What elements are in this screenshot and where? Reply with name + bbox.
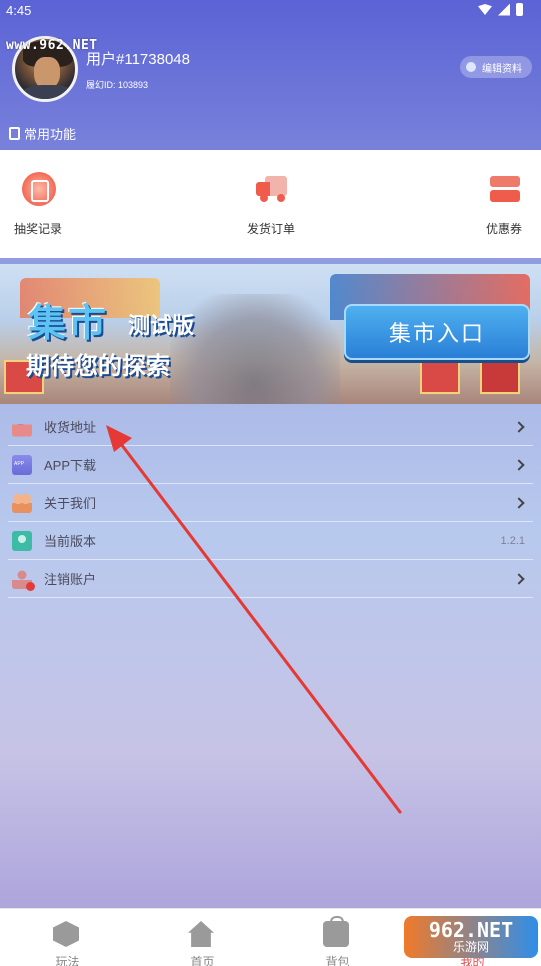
document-icon <box>9 127 20 140</box>
function-label: 抽奖记录 <box>13 222 62 236</box>
menu-item-delete-account[interactable]: 注销账户 <box>8 560 533 598</box>
function-label: 优惠券 <box>485 222 522 236</box>
chevron-right-icon <box>513 458 525 471</box>
edit-profile-button[interactable]: 编辑资料 <box>460 56 532 78</box>
user-id: 履幻ID: 103893 <box>86 80 149 90</box>
menu-item-about[interactable]: 关于我们 <box>8 484 533 522</box>
function-label: 发货订单 <box>246 222 295 236</box>
wifi-icon <box>478 4 492 15</box>
username: 用户#11738048 <box>86 51 190 68</box>
functions-card: 抽奖记录 发货订单 优惠券 <box>0 150 541 258</box>
bag-icon <box>323 916 349 947</box>
function-lottery-records[interactable]: 抽奖记录 <box>0 150 98 258</box>
play-icon <box>53 921 79 947</box>
menu-item-version: 当前版本 1.2.1 <box>8 522 533 560</box>
banner-crowd <box>170 294 340 404</box>
watermark-bottom: 962.NET 乐游网 <box>404 916 538 958</box>
menu-item-address[interactable]: 收货地址 <box>8 408 533 446</box>
chevron-right-icon <box>513 496 525 509</box>
version-icon <box>12 530 32 551</box>
chevron-right-icon <box>513 572 525 585</box>
nav-tab-home[interactable]: 首页 <box>135 909 270 966</box>
gift-icon <box>480 360 520 394</box>
watermark-top: www.962.NET <box>6 38 98 53</box>
section-title-label: 常用功能 <box>24 127 77 142</box>
signal-icon <box>498 3 510 16</box>
edit-profile-label: 编辑资料 <box>482 63 522 75</box>
status-icons <box>478 3 523 16</box>
home-icon <box>188 921 214 947</box>
gift-icon <box>420 360 460 394</box>
menu-item-label: 当前版本 <box>44 534 97 549</box>
app-download-icon <box>12 454 32 475</box>
banner-tag: 测试版 <box>128 313 195 338</box>
truck-icon <box>255 172 289 206</box>
function-coupons[interactable]: 优惠券 <box>444 150 541 258</box>
coupon-icon <box>488 172 522 206</box>
chevron-right-icon <box>513 420 525 433</box>
function-shipping-orders[interactable]: 发货订单 <box>211 150 331 258</box>
settings-menu: 收货地址 APP下载 关于我们 当前版本 1.2.1 注销账户 <box>8 408 533 598</box>
version-value: 1.2.1 <box>500 534 525 547</box>
lottery-icon <box>22 172 56 206</box>
watermark-sub: 乐游网 <box>452 940 489 954</box>
menu-item-label: 收货地址 <box>44 420 97 435</box>
menu-item-label: 关于我们 <box>44 496 97 511</box>
nav-tab-bag[interactable]: 背包 <box>270 909 405 966</box>
watermark-brand: 962.NET <box>428 918 514 942</box>
address-icon <box>12 424 32 437</box>
nav-tab-label: 玩法 <box>55 955 80 966</box>
avatar-body <box>19 85 75 99</box>
banner-subtitle: 期待您的探索 <box>26 353 170 380</box>
delete-account-icon <box>12 568 35 591</box>
battery-icon <box>516 3 523 16</box>
nav-tab-play[interactable]: 玩法 <box>0 909 135 966</box>
status-time: 4:45 <box>6 3 32 18</box>
about-icon <box>12 492 32 513</box>
menu-item-app-download[interactable]: APP下载 <box>8 446 533 484</box>
gear-icon <box>463 59 479 75</box>
market-banner[interactable]: 集市 测试版 期待您的探索 集市入口 <box>0 264 541 404</box>
status-bar: 4:45 <box>0 0 541 22</box>
nav-tab-label: 背包 <box>325 955 350 966</box>
nav-tab-label: 首页 <box>190 955 215 966</box>
market-entry-button[interactable]: 集市入口 <box>344 304 530 360</box>
banner-title: 集市 <box>28 303 109 345</box>
menu-item-label: 注销账户 <box>44 572 97 587</box>
menu-item-label: APP下载 <box>44 458 97 473</box>
section-title: 常用功能 <box>9 124 76 143</box>
